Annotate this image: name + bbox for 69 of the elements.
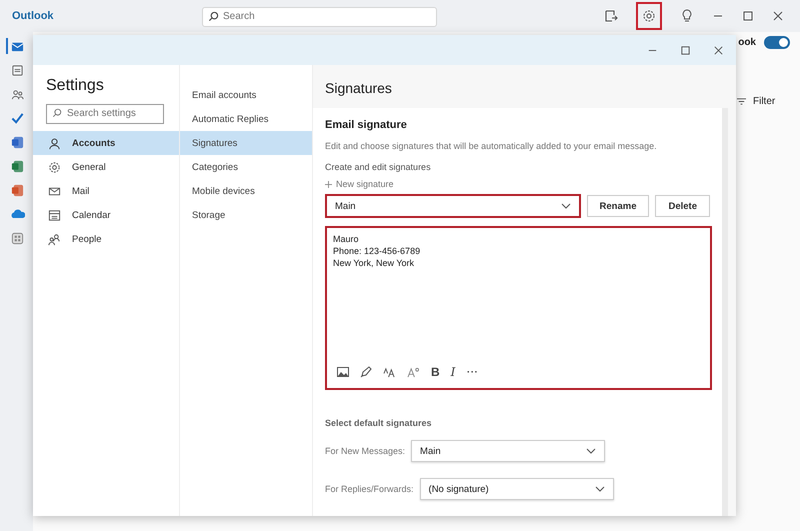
picture-icon[interactable]	[337, 367, 349, 377]
signature-dropdown[interactable]: Main	[325, 194, 581, 218]
chevron-icon	[594, 486, 605, 492]
field-label: For New Messages:	[325, 446, 406, 456]
settings-category[interactable]: General	[33, 155, 179, 179]
chevron-icon	[560, 203, 571, 209]
calendar-icon	[11, 64, 24, 76]
subsection-label: Select default signatures	[325, 418, 433, 428]
new-signature-button[interactable]: New signature	[325, 179, 394, 189]
lightbulb-icon[interactable]	[680, 9, 694, 23]
app-tile-icon	[11, 160, 24, 172]
checkmark-icon	[11, 112, 24, 124]
field-label: For Replies/Forwards:	[325, 484, 414, 494]
more-button[interactable]: ···	[466, 365, 478, 379]
toggle-switch[interactable]	[764, 36, 790, 49]
search-icon	[52, 108, 62, 118]
settings-subcategory[interactable]: Automatic Replies	[180, 107, 312, 131]
plus-icon	[325, 180, 332, 188]
brush-icon[interactable]	[360, 366, 372, 378]
search-settings-field[interactable]: Search settings	[46, 104, 164, 124]
maximize-icon[interactable]	[742, 10, 754, 22]
settings-category[interactable]: Accounts	[33, 131, 179, 155]
search-field[interactable]: Search	[202, 6, 437, 26]
settings-subcategory[interactable]: Storage	[180, 203, 312, 227]
app-tile-icon	[11, 136, 24, 148]
settings-subcategory[interactable]: Email accounts	[180, 83, 312, 107]
italic-button[interactable]: I	[450, 365, 456, 379]
app-tile-icon	[11, 184, 24, 196]
description-text: Edit and choose signatures that will be automatically added to your email message.	[325, 141, 658, 151]
filter-button[interactable]: Filter	[736, 96, 776, 107]
section-heading: Email signature	[325, 119, 408, 131]
bold-button[interactable]: B	[431, 365, 440, 379]
people-icon	[11, 88, 24, 100]
settings-category[interactable]: Calendar	[33, 203, 179, 227]
close-icon[interactable]	[713, 44, 724, 56]
filter-icon	[736, 97, 747, 106]
page-title: Signatures	[324, 79, 393, 98]
app-title: Outlook	[12, 10, 54, 22]
settings-title: Settings	[45, 77, 105, 96]
settings-category[interactable]: Mail	[33, 179, 179, 203]
apps-icon	[11, 232, 24, 244]
signature-line: Mauro	[333, 233, 360, 245]
action-button[interactable]: Delete	[655, 195, 710, 217]
chevron-icon	[586, 448, 596, 454]
font-size-icon[interactable]	[383, 366, 396, 378]
settings-category[interactable]: People	[33, 227, 179, 251]
close-icon[interactable]	[772, 10, 784, 22]
superscript-icon[interactable]	[407, 366, 420, 378]
settings-subcategory[interactable]: Mobile devices	[180, 179, 312, 203]
default-signature-dropdown[interactable]: (No signature)	[420, 478, 614, 500]
action-button[interactable]: Rename	[586, 195, 650, 217]
settings-icon	[642, 9, 656, 23]
signature-line: Phone: 123-456-6789	[333, 245, 422, 257]
note-icon[interactable]	[604, 9, 618, 23]
calendar-icon	[48, 208, 61, 222]
signature-editor[interactable]: Mauro Phone: 123-456-6789 New York, New York B I ···	[325, 226, 712, 390]
settings-subcategory[interactable]: Signatures	[180, 131, 312, 155]
maximize-icon[interactable]	[680, 44, 691, 56]
signature-line: New York, New York	[333, 257, 416, 269]
subsection-label: Create and edit signatures	[325, 162, 432, 172]
truncated-label: ook	[738, 37, 756, 48]
settings-button[interactable]	[636, 2, 662, 30]
cloud-icon	[10, 207, 24, 221]
default-signature-dropdown[interactable]: Main	[411, 440, 606, 462]
person-icon	[48, 136, 61, 150]
settings-subcategory[interactable]: Categories	[180, 155, 312, 179]
people-icon	[48, 232, 61, 246]
search-icon	[208, 11, 219, 22]
gear-icon	[48, 160, 61, 174]
